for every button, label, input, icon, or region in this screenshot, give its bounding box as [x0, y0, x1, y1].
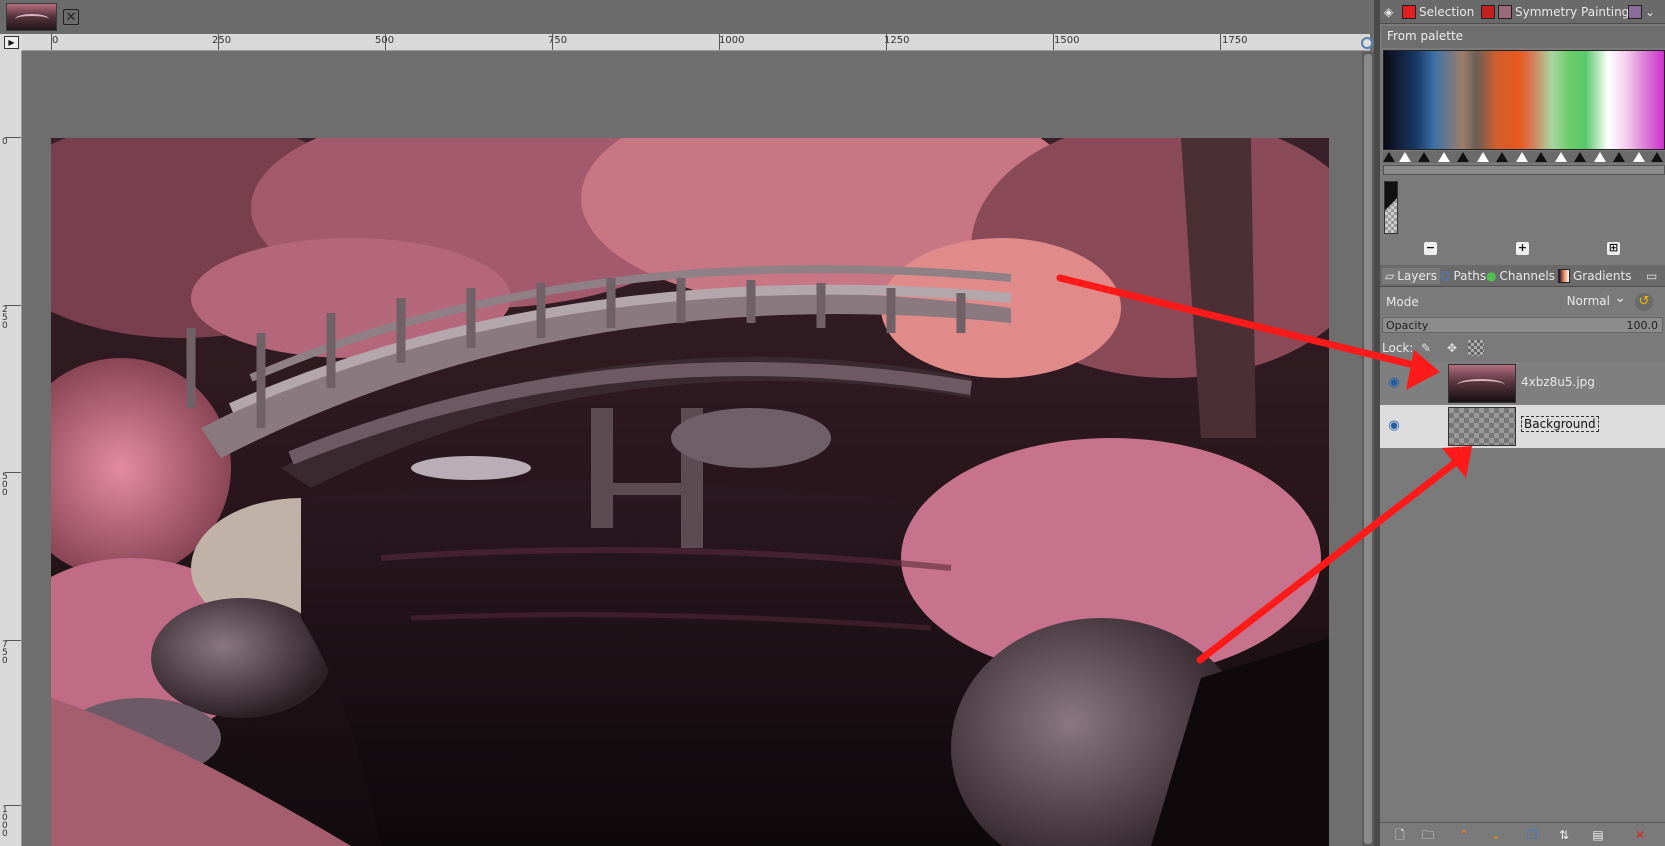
ruler-label: 500 — [2, 472, 8, 498]
layer-thumbnail[interactable] — [1448, 364, 1516, 403]
opacity-value: 100.0 — [1626, 319, 1659, 332]
image-tab-strip: ✕ — [0, 0, 1380, 34]
ruler-label: 0 — [52, 35, 59, 46]
zoom-out-icon[interactable]: − — [1424, 242, 1437, 255]
symmetry-painting-icon — [1498, 5, 1512, 19]
tab-menu-icon: ▭ — [1646, 269, 1658, 283]
image-layer-photo[interactable] — [51, 138, 1329, 846]
ruler-label: 750 — [548, 35, 568, 46]
symmetry-icon — [1481, 5, 1495, 19]
ruler-label: 0 — [2, 137, 8, 147]
tab-tool-options[interactable]: ◈ — [1384, 3, 1393, 21]
tab-extra-icon — [1628, 5, 1642, 19]
layer-mode-row: Mode Normal ↺ — [1380, 290, 1665, 314]
image-tab-thumbnail[interactable] — [6, 3, 57, 31]
opacity-label: Opacity — [1386, 319, 1429, 332]
gradients-icon — [1558, 269, 1570, 283]
ruler-label: 1000 — [719, 35, 745, 46]
mode-reset-icon[interactable]: ↺ — [1635, 293, 1653, 311]
lock-position-icon[interactable]: ✥ — [1444, 340, 1460, 356]
mode-label: Mode — [1386, 295, 1419, 309]
mode-select[interactable]: Normal — [1550, 290, 1630, 312]
eye-icon[interactable]: ◉ — [1386, 375, 1402, 391]
zoom-fit-icon[interactable] — [1361, 37, 1373, 49]
paths-icon: ⌬ — [1440, 269, 1451, 283]
tab-menu[interactable]: ▭ — [1646, 268, 1657, 284]
vertical-scrollbar[interactable] — [1362, 52, 1374, 846]
tab-channels[interactable]: ● Channels — [1486, 268, 1555, 284]
ruler-label: 1000 — [2, 805, 8, 839]
gradient-preview[interactable] — [1383, 50, 1665, 150]
right-dock: ◈ Selection Symmetry Painting ⌄ From pal… — [1380, 0, 1665, 846]
layer-list: ◉ 4xbz8u5.jpg ◉ Background — [1380, 362, 1665, 820]
chevron-down-icon[interactable]: ⌄ — [1645, 5, 1655, 19]
layer-row[interactable]: ◉ 4xbz8u5.jpg — [1380, 362, 1665, 405]
delete-layer-icon[interactable]: ✕ — [1632, 827, 1648, 843]
close-icon[interactable]: ✕ — [63, 9, 79, 25]
gimp-window: ✕ ▶ 0 250 500 750 1000 1250 1500 1750 0 … — [0, 0, 1665, 846]
opacity-slider[interactable]: Opacity 100.0 — [1382, 317, 1663, 333]
layer-row[interactable]: ◉ Background — [1380, 405, 1665, 448]
tab-gradients[interactable]: Gradients — [1558, 268, 1631, 284]
mask-layer-icon[interactable]: ▤ — [1590, 827, 1606, 843]
selection-icon — [1402, 5, 1416, 19]
lock-label: Lock: — [1382, 341, 1414, 355]
lock-row: Lock: ✎ ✥ — [1380, 337, 1665, 359]
quick-mask-toggle-icon[interactable]: ▶ — [4, 36, 19, 49]
layers-icon: ▱ — [1385, 269, 1395, 283]
layer-name[interactable]: Background — [1521, 416, 1599, 432]
ruler-label: 1500 — [1054, 35, 1080, 46]
scrollbar-thumb[interactable] — [1364, 54, 1372, 844]
gradient-source-select[interactable]: From palette — [1382, 26, 1665, 48]
tool-options-icon: ◈ — [1384, 5, 1394, 19]
tab-layers[interactable]: ▱ Layers — [1382, 268, 1440, 284]
ruler-label: 1750 — [1222, 35, 1248, 46]
layer-name[interactable]: 4xbz8u5.jpg — [1521, 375, 1595, 389]
duplicate-layer-icon[interactable]: ❐ — [1524, 827, 1540, 843]
dock-tab-bar: ◈ Selection Symmetry Painting ⌄ — [1380, 0, 1665, 24]
vertical-ruler[interactable]: 0 250 500 750 1000 — [0, 51, 22, 846]
layers-tab-bar: ▱ Layers ⌬ Paths ● Channels Gradients ▭ — [1380, 265, 1665, 287]
tab-selection[interactable]: Selection — [1402, 3, 1474, 21]
tab-extra[interactable]: ⌄ — [1628, 3, 1655, 21]
ruler-label: 1250 — [884, 35, 910, 46]
tab-symmetry-painting[interactable]: Symmetry Painting — [1481, 3, 1629, 21]
gradient-stops[interactable] — [1383, 151, 1665, 163]
ruler-label: 750 — [2, 640, 8, 666]
tab-label: Symmetry Painting — [1515, 5, 1630, 19]
tab-label: Paths — [1453, 269, 1487, 283]
horizontal-ruler[interactable]: 0 250 500 750 1000 1250 1500 1750 — [22, 34, 1370, 51]
ruler-label: 250 — [212, 35, 232, 46]
raise-layer-icon[interactable]: ⌃ — [1456, 827, 1472, 843]
gradient-mini-preview — [1384, 181, 1398, 234]
channels-icon: ● — [1486, 269, 1497, 283]
tab-label: Layers — [1397, 269, 1437, 283]
new-layer-group-icon[interactable]: 🗀 — [1420, 827, 1436, 843]
new-layer-icon[interactable]: 🗋 — [1392, 827, 1408, 843]
ruler-label: 250 — [2, 305, 8, 331]
tab-label: Selection — [1419, 5, 1475, 19]
layer-thumbnail[interactable] — [1448, 407, 1516, 446]
lower-layer-icon[interactable]: ⌄ — [1488, 827, 1504, 843]
zoom-in-icon[interactable]: + — [1516, 242, 1529, 255]
zoom-all-icon[interactable]: ⊞ — [1607, 242, 1620, 255]
gradient-range-bar[interactable] — [1383, 165, 1665, 175]
anchor-layer-icon[interactable]: ⇅ — [1556, 827, 1572, 843]
tab-label: Channels — [1499, 269, 1556, 283]
lock-pixels-icon[interactable]: ✎ — [1418, 340, 1434, 356]
lock-alpha-icon[interactable] — [1468, 340, 1484, 356]
tab-label: Gradients — [1573, 269, 1632, 283]
tab-paths[interactable]: ⌬ Paths — [1440, 268, 1486, 284]
eye-icon[interactable]: ◉ — [1386, 418, 1402, 434]
layers-button-bar: 🗋 🗀 ⌃ ⌄ ❐ ⇅ ▤ ✕ — [1380, 822, 1665, 846]
